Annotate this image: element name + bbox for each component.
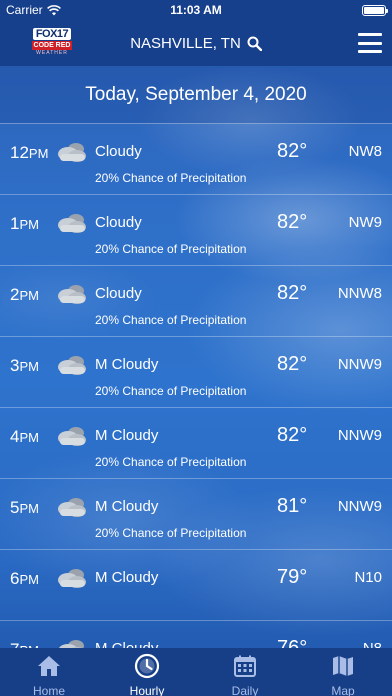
condition-label: M Cloudy	[95, 569, 159, 586]
hour-ampm: PM	[19, 501, 39, 516]
tab-hourly[interactable]: Hourly	[98, 648, 196, 696]
mostly-cloudy-icon	[57, 496, 87, 518]
cloudy-icon	[57, 212, 87, 234]
temperature-label: 79°	[277, 566, 308, 588]
hour-value: 12	[10, 143, 29, 162]
mostly-cloudy-icon	[57, 567, 87, 589]
hour-time: 3PM	[10, 356, 39, 376]
clock-icon	[134, 653, 160, 684]
condition-label: Cloudy	[95, 143, 142, 160]
condition-label: M Cloudy	[95, 356, 159, 373]
date-label: Today, September 4, 2020	[85, 83, 307, 105]
precip-label: 20% Chance of Precipitation	[95, 313, 247, 327]
mostly-cloudy-icon	[57, 354, 87, 376]
tab-map[interactable]: Map	[294, 648, 392, 696]
hour-ampm: PM	[28, 146, 49, 161]
wind-label: NW8	[348, 143, 382, 160]
hour-ampm: PM	[19, 288, 39, 303]
condition-label: M Cloudy	[95, 427, 159, 444]
cloudy-icon	[57, 283, 87, 305]
temperature-label: 82°	[277, 424, 308, 446]
temperature-label: 82°	[277, 282, 308, 304]
hour-time: 4PM	[10, 427, 39, 447]
hour-time: 1PM	[10, 214, 39, 234]
hour-time: 6PM	[10, 569, 39, 589]
date-banner: Today, September 4, 2020	[0, 66, 392, 124]
temperature-label: 82°	[277, 140, 308, 162]
tab-label: Map	[331, 684, 355, 696]
hour-row[interactable]: 5PM M Cloudy 20% Chance of Precipitation…	[0, 479, 392, 550]
hour-row[interactable]: 12PM Cloudy 20% Chance of Precipitation …	[0, 124, 392, 195]
precip-label: 20% Chance of Precipitation	[95, 526, 247, 540]
hour-row[interactable]: 1PM Cloudy 20% Chance of Precipitation 8…	[0, 195, 392, 266]
hour-time: 5PM	[10, 498, 39, 518]
temperature-label: 81°	[277, 495, 308, 517]
menu-icon[interactable]	[358, 33, 382, 53]
hour-row[interactable]: 6PM M Cloudy 79° N10	[0, 550, 392, 621]
wind-label: N10	[354, 569, 382, 586]
home-icon	[36, 653, 62, 684]
calendar-icon	[232, 653, 258, 684]
hour-ampm: PM	[19, 430, 39, 445]
tab-label: Home	[32, 684, 65, 696]
temperature-label: 82°	[277, 211, 308, 233]
mostly-cloudy-icon	[57, 425, 87, 447]
hour-time: 2PM	[10, 285, 39, 305]
location-selector[interactable]: NASHVILLE, TN	[0, 35, 392, 52]
status-bar: Carrier 11:03 AM	[0, 0, 392, 20]
condition-label: Cloudy	[95, 214, 142, 231]
hour-row[interactable]: 3PM M Cloudy 20% Chance of Precipitation…	[0, 337, 392, 408]
condition-label: Cloudy	[95, 285, 142, 302]
temperature-label: 82°	[277, 353, 308, 375]
tab-bar: Home Hourly Daily Map	[0, 648, 392, 696]
tab-home[interactable]: Home	[0, 648, 98, 696]
hour-time: 12PM	[10, 143, 48, 163]
wind-label: NNW9	[337, 356, 382, 373]
precip-label: 20% Chance of Precipitation	[95, 384, 247, 398]
location-label: NASHVILLE, TN	[130, 34, 241, 52]
hour-row[interactable]: 4PM M Cloudy 20% Chance of Precipitation…	[0, 408, 392, 479]
wind-label: NW9	[348, 214, 382, 231]
hour-ampm: PM	[19, 217, 39, 232]
precip-label: 20% Chance of Precipitation	[95, 242, 247, 256]
wind-label: NNW9	[337, 427, 382, 444]
cloudy-icon	[57, 141, 87, 163]
hourly-list[interactable]: 12PM Cloudy 20% Chance of Precipitation …	[0, 124, 392, 692]
app-header: FOX17 CODE RED WEATHER NASHVILLE, TN	[0, 20, 392, 66]
hour-ampm: PM	[19, 572, 39, 587]
condition-label: M Cloudy	[95, 498, 159, 515]
status-time: 11:03 AM	[170, 3, 222, 17]
search-icon[interactable]	[247, 36, 262, 51]
precip-label: 20% Chance of Precipitation	[95, 455, 247, 469]
hour-row[interactable]: 2PM Cloudy 20% Chance of Precipitation 8…	[0, 266, 392, 337]
wind-label: NNW8	[337, 285, 382, 302]
tab-daily[interactable]: Daily	[196, 648, 294, 696]
precip-label: 20% Chance of Precipitation	[95, 171, 247, 185]
wind-label: NNW9	[337, 498, 382, 515]
tab-label: Daily	[231, 684, 259, 696]
battery-icon	[362, 4, 388, 16]
tab-label: Hourly	[129, 684, 165, 696]
map-icon	[330, 653, 356, 684]
hour-ampm: PM	[19, 359, 39, 374]
